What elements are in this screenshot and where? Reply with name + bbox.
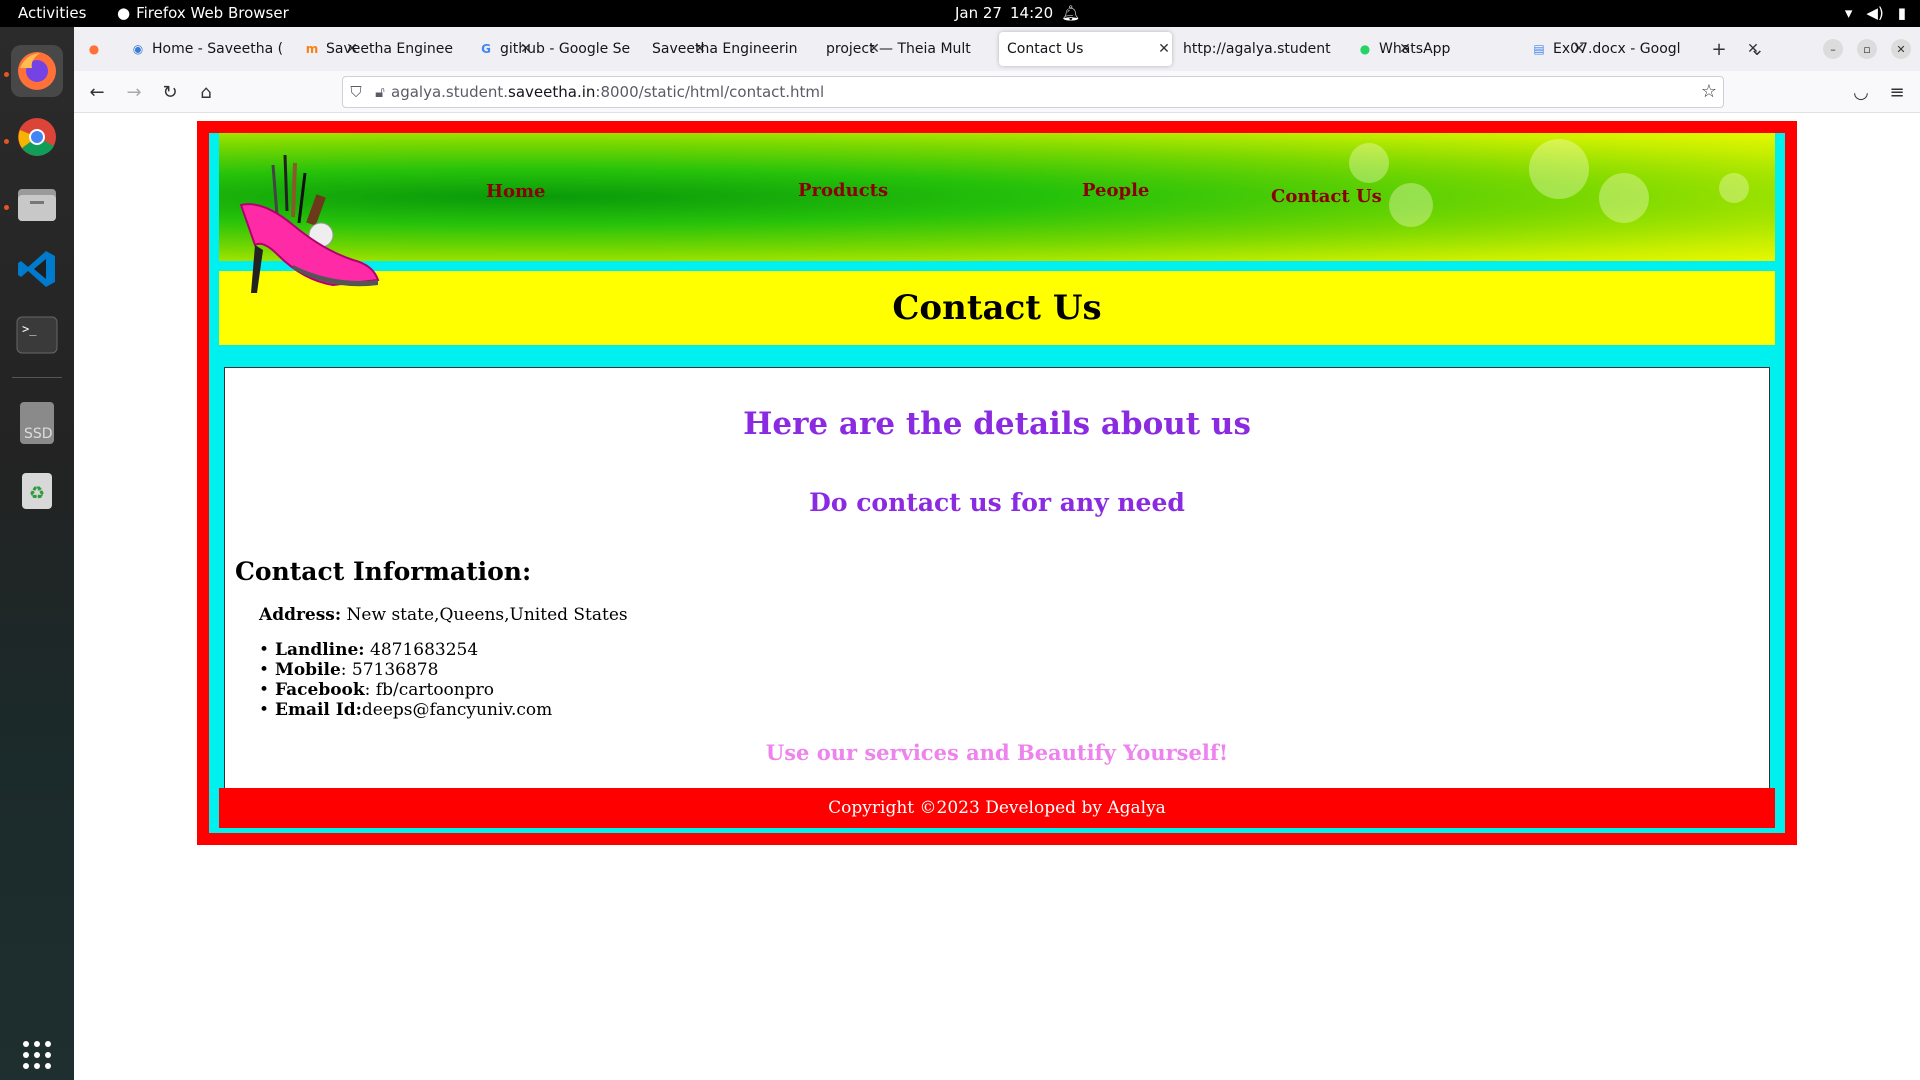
wifi-icon: ▾ [1844,4,1853,22]
contact-list: • Landline: 4871683254 • Mobile: 57136878 … [259,640,552,720]
firefox-small-icon: ● [117,4,131,22]
app-grid-icon[interactable] [11,1029,63,1080]
tab-contact-us[interactable]: Contact Us ✕ [999,32,1172,66]
app-menu[interactable]: ● Firefox Web Browser [117,4,289,22]
firefox-dock-icon[interactable] [11,45,63,97]
tab-label: Contact Us [1007,41,1084,57]
url-prefix: agalya.student. [391,83,509,101]
close-window-icon[interactable]: ✕ [1891,39,1911,59]
facebook-value: : fb/cartoonpro [364,680,494,700]
svg-text:>_: >_ [22,322,37,336]
svg-text:SSD: SSD [24,426,53,442]
nav-products-link[interactable]: Products [798,180,888,201]
clock[interactable]: Jan 27 14:20 🔔︎ [955,4,1080,22]
address-label: Address: [259,605,342,625]
copyright-text: Copyright ©2023 Developed by Agalya [828,798,1166,818]
firefox-view-icon: ● [88,42,100,56]
nav-home-link[interactable]: Home [486,181,546,202]
date: Jan 27 [955,4,1002,22]
header-banner: Home Products People Contact Us [219,133,1775,261]
contact-content-box: Here are the details about us Do contact… [224,367,1770,791]
shield-icon[interactable]: ⛉ [343,83,369,101]
terminal-dock-icon[interactable]: >_ [11,309,63,361]
address-value: New state,Queens,United States [341,605,628,625]
files-dock-icon[interactable] [11,177,63,229]
address-line: Address: New state,Queens,United States [259,605,628,625]
system-top-bar: Activities ● Firefox Web Browser Jan 27 … [0,0,1920,27]
home-icon[interactable]: ⌂ [193,79,219,105]
svg-text:♻: ♻ [29,483,45,504]
bookmark-star-icon[interactable]: ☆ [1701,81,1717,102]
forward-icon[interactable]: → [121,79,147,105]
new-tab-icon[interactable]: + [1706,36,1732,62]
call-to-action: Use our services and Beautify Yourself! [765,740,1229,765]
running-indicator [4,72,9,77]
list-item: • Landline: 4871683254 [259,640,479,660]
url-path: :8000/static/html/contact.html [595,83,825,101]
firefox-view-button[interactable]: ● [78,32,108,66]
time: 14:20 [1009,4,1054,22]
volume-icon: ◀) [1866,4,1884,22]
dock: >_ SSD ♻ [0,27,74,1080]
bell-icon: 🔔︎ [1061,4,1081,22]
list-item: • Mobile: 57136878 [259,660,439,680]
bokeh-decoration [1719,173,1749,203]
page-frame: Home Products People Contact Us Contact … [197,121,1797,845]
running-indicator [4,139,9,144]
details-heading: Here are the details about us [743,406,1251,442]
list-item: • Email Id: deeps@fancyuniv.com [259,700,553,720]
insecure-lock-icon[interactable]: 🔓︎ [369,83,391,101]
navigation-toolbar: ← → ↻ ⌂ ⛉ 🔓︎ agalya.student. saveetha.in:… [74,71,1920,113]
restore-icon[interactable]: ▫ [1857,39,1877,59]
vscode-dock-icon[interactable] [11,243,63,295]
docs-icon: ▤ [1533,42,1545,56]
page-title-bar: Contact Us [219,271,1775,345]
url-domain: saveetha.in [508,83,596,101]
page-footer: Copyright ©2023 Developed by Agalya [219,788,1775,828]
list-tabs-chevron-icon[interactable]: ⌄ [1744,36,1770,62]
contact-info-heading: Contact Information: [235,557,532,586]
bokeh-decoration [1349,143,1389,183]
activities-button[interactable]: Activities [18,4,86,22]
back-icon[interactable]: ← [84,79,110,105]
nav-people-link[interactable]: People [1082,180,1149,201]
landline-label: Landline: [275,640,365,660]
url-bar[interactable]: ⛉ 🔓︎ agalya.student. saveetha.in:8000/sta… [342,76,1724,108]
system-tray[interactable]: ▾ ◀) ▮ [1845,4,1906,22]
facebook-label: Facebook [275,680,365,700]
app-name: Firefox Web Browser [136,4,289,22]
mobile-label: Mobile [275,660,341,680]
battery-icon: ▮ [1897,4,1906,22]
contact-subheading: Do contact us for any need [809,488,1185,517]
chrome-dock-icon[interactable] [11,111,63,163]
whatsapp-icon: ● [1359,42,1371,56]
dock-separator [12,377,62,378]
minimize-icon[interactable]: – [1823,39,1843,59]
high-heel-logo [239,154,380,293]
running-indicator [4,205,9,210]
email-label: Email Id: [275,700,362,720]
page-title: Contact Us [892,288,1102,328]
bokeh-decoration [1389,183,1433,227]
moodle-icon: m [305,42,319,56]
reload-icon[interactable]: ↻ [157,79,183,105]
email-value: deeps@fancyuniv.com [361,700,553,720]
mobile-value: : 57136878 [340,660,439,680]
trash-dock-icon[interactable]: ♻ [11,463,63,515]
page-inner: Home Products People Contact Us Contact … [209,133,1785,833]
tab-strip: ● ◉ Home - Saveetha ( ✕ m Saveetha Engin… [74,27,1920,71]
menu-icon[interactable]: ≡ [1884,79,1910,105]
pocket-icon[interactable]: ◡ [1848,79,1874,105]
landline-value: 4871683254 [364,640,479,660]
bokeh-decoration [1599,173,1649,223]
drive-dock-icon[interactable]: SSD [11,397,63,449]
saveetha-icon: ◉ [132,42,144,56]
close-tab-icon[interactable]: ✕ [1156,41,1172,57]
list-item: • Facebook: fb/cartoonpro [259,680,494,700]
google-icon: G [481,42,491,56]
nav-contact-link[interactable]: Contact Us [1271,186,1382,207]
bokeh-decoration [1529,139,1589,199]
